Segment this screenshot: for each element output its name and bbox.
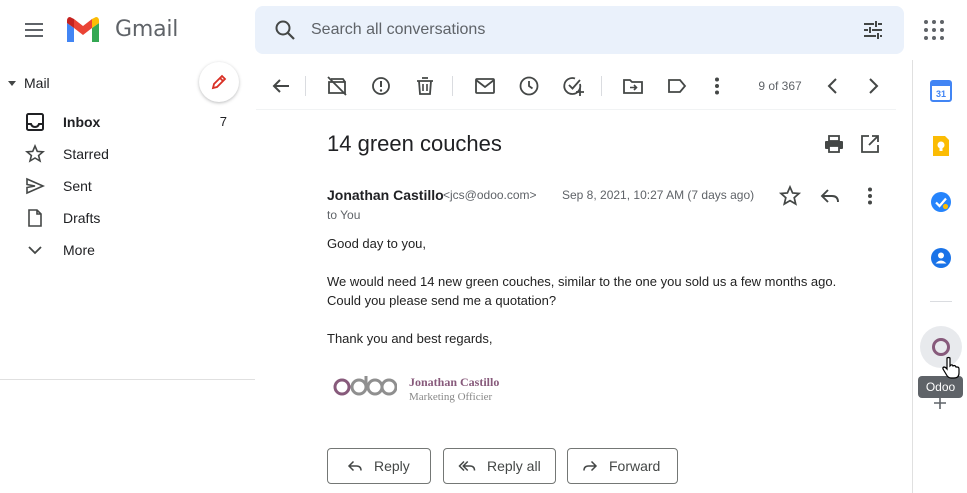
more-vert-icon[interactable] (705, 74, 729, 98)
add-task-icon[interactable] (561, 74, 585, 98)
apps-icon[interactable] (922, 18, 946, 42)
body-line: Good day to you, (327, 236, 427, 251)
sidebar-item-label: Sent (63, 178, 92, 194)
move-to-icon[interactable] (621, 74, 645, 98)
body-line: Thank you and best regards, (327, 331, 493, 346)
sidebar-item-label: Inbox (63, 114, 101, 130)
sidebar-item-inbox[interactable]: Inbox 7 (0, 106, 255, 138)
print-icon[interactable] (822, 132, 846, 156)
toolbar-separator (305, 76, 306, 96)
compose-button[interactable] (199, 62, 239, 102)
keep-icon[interactable] (929, 134, 953, 158)
toolbar-divider (256, 109, 896, 110)
contacts-icon[interactable] (929, 246, 953, 270)
reply-all-icon (457, 457, 477, 475)
search-input[interactable] (311, 20, 831, 40)
svg-text:31: 31 (936, 89, 946, 99)
forward-button[interactable]: Forward (567, 448, 678, 484)
back-icon[interactable] (269, 74, 293, 98)
reply-icon[interactable] (818, 184, 842, 208)
hand-cursor-icon (940, 356, 962, 380)
search-bar[interactable] (255, 6, 904, 54)
odoo-logo (333, 374, 397, 400)
report-spam-icon[interactable] (369, 74, 393, 98)
tasks-icon[interactable] (929, 190, 953, 214)
label-icon[interactable] (665, 74, 689, 98)
mail-section-header[interactable]: Mail (8, 74, 50, 92)
prev-icon[interactable] (821, 74, 845, 98)
signature-title: Marketing Officier (409, 391, 493, 403)
sidebar-item-more[interactable]: More (0, 234, 255, 266)
tune-icon[interactable] (861, 18, 885, 42)
send-icon (25, 176, 45, 196)
caret-down-icon (8, 79, 16, 87)
sidebar-item-sent[interactable]: Sent (0, 170, 255, 202)
sidebar-item-starred[interactable]: Starred (0, 138, 255, 170)
sidebar-item-label: More (63, 242, 95, 258)
message-date: Sep 8, 2021, 10:27 AM (7 days ago) (562, 188, 755, 202)
body-line: Could you please send me a quotation? (327, 293, 557, 308)
odoo-icon (931, 337, 951, 357)
reply-all-button-label: Reply all (487, 458, 541, 474)
sidebar-item-drafts[interactable]: Drafts (0, 202, 255, 234)
star-icon[interactable] (778, 184, 802, 208)
open-new-window-icon[interactable] (858, 132, 882, 156)
signature-name: Jonathan Castillo (409, 375, 500, 389)
email-subject: 14 green couches (327, 131, 502, 156)
draft-icon (25, 208, 45, 228)
sidebar-divider (0, 379, 255, 380)
archive-icon[interactable] (325, 74, 349, 98)
sender-email: <jcs@odoo.com> (443, 188, 537, 202)
inbox-icon (25, 112, 45, 132)
forward-icon (581, 457, 599, 475)
reply-all-button[interactable]: Reply all (443, 448, 556, 484)
snooze-icon[interactable] (517, 74, 541, 98)
gmail-logo[interactable] (64, 15, 102, 45)
more-vert-icon[interactable] (858, 184, 882, 208)
sidebar-item-label: Drafts (63, 210, 101, 226)
reply-button-label: Reply (374, 458, 410, 474)
side-panel-separator (930, 301, 952, 302)
reply-icon (346, 457, 364, 475)
pencil-icon (209, 72, 229, 92)
menu-icon[interactable] (22, 18, 46, 42)
app-brand: Gmail (115, 17, 179, 42)
body-line: We would need 14 new green couches, simi… (327, 274, 837, 289)
chevron-down-icon (25, 240, 45, 260)
next-icon[interactable] (861, 74, 885, 98)
delete-icon[interactable] (413, 74, 437, 98)
search-icon[interactable] (273, 18, 297, 42)
sidebar-item-label: Starred (63, 146, 109, 162)
side-panel-divider (912, 60, 913, 493)
mail-section-label: Mail (24, 75, 50, 91)
mark-unread-icon[interactable] (473, 74, 497, 98)
unread-count: 7 (219, 114, 227, 129)
reply-button[interactable]: Reply (327, 448, 431, 484)
toolbar-separator (601, 76, 602, 96)
pager-count: 9 of 367 (758, 79, 802, 93)
forward-button-label: Forward (609, 458, 661, 474)
sender-name[interactable]: Jonathan Castillo (327, 187, 444, 203)
recipient-line[interactable]: to You (327, 208, 360, 222)
calendar-icon[interactable]: 31 (929, 79, 953, 103)
star-icon (25, 144, 45, 164)
toolbar-separator (452, 76, 453, 96)
